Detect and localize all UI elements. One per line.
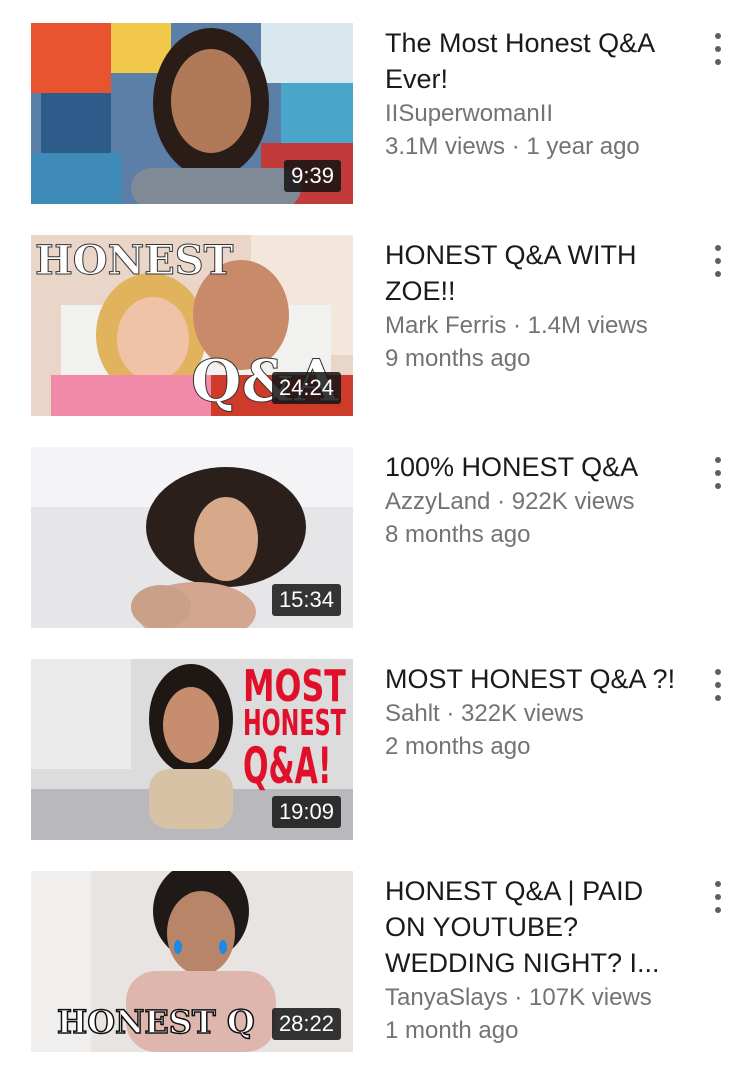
video-title[interactable]: HONEST Q&A | PAID ON YOUTUBE? WEDDING NI… bbox=[385, 873, 685, 981]
thumbnail-title-text: Q&A! bbox=[243, 737, 332, 795]
video-info[interactable]: The Most Honest Q&A Ever! IISuperwomanII… bbox=[385, 25, 685, 163]
duration-badge: 15:34 bbox=[271, 584, 341, 616]
video-title[interactable]: 100% HONEST Q&A bbox=[385, 449, 685, 485]
stats-line: 8 months ago bbox=[385, 521, 531, 548]
video-feed: 9:39 The Most Honest Q&A Ever! IISuperwo… bbox=[0, 0, 750, 1075]
duration-badge: 9:39 bbox=[284, 160, 341, 192]
vertical-ellipsis-icon bbox=[715, 669, 721, 675]
video-thumbnail[interactable]: HONEST Q&A 24:24 bbox=[31, 235, 353, 416]
more-options-button[interactable] bbox=[706, 241, 730, 281]
video-title[interactable]: MOST HONEST Q&A ?! bbox=[385, 661, 685, 697]
channel-line: IISuperwomanII bbox=[385, 100, 554, 127]
channel-line: Mark Ferris · 1.4M views bbox=[385, 312, 648, 339]
channel-line: Sahlt · 322K views bbox=[385, 700, 584, 727]
thumbnail-title-text: HONEST Q bbox=[56, 1002, 255, 1042]
video-title[interactable]: HONEST Q&A WITH ZOE!! bbox=[385, 237, 685, 309]
channel-line: TanyaSlays · 107K views bbox=[385, 984, 652, 1011]
more-options-button[interactable] bbox=[706, 665, 730, 705]
video-info[interactable]: 100% HONEST Q&A AzzyLand · 922K views 8 … bbox=[385, 449, 685, 551]
more-options-button[interactable] bbox=[706, 29, 730, 69]
stats-line: 9 months ago bbox=[385, 345, 531, 372]
video-item[interactable]: MOST HONEST Q&A! 19:09 MOST HONEST Q&A ?… bbox=[0, 659, 750, 841]
video-thumbnail[interactable]: HONEST Q 28:22 bbox=[31, 871, 353, 1052]
video-thumbnail[interactable]: MOST HONEST Q&A! 19:09 bbox=[31, 659, 353, 840]
video-item[interactable]: 9:39 The Most Honest Q&A Ever! IISuperwo… bbox=[0, 23, 750, 205]
stats-line: 1 month ago bbox=[385, 1017, 519, 1044]
video-thumbnail[interactable]: 9:39 bbox=[31, 23, 353, 204]
more-options-button[interactable] bbox=[706, 453, 730, 493]
vertical-ellipsis-icon bbox=[715, 33, 721, 39]
video-info[interactable]: HONEST Q&A WITH ZOE!! Mark Ferris · 1.4M… bbox=[385, 237, 685, 375]
video-item[interactable]: 15:34 100% HONEST Q&A AzzyLand · 922K vi… bbox=[0, 447, 750, 629]
video-info[interactable]: MOST HONEST Q&A ?! Sahlt · 322K views 2 … bbox=[385, 661, 685, 763]
video-item[interactable]: HONEST Q&A 24:24 HONEST Q&A WITH ZOE!! M… bbox=[0, 235, 750, 417]
vertical-ellipsis-icon bbox=[715, 457, 721, 463]
duration-badge: 24:24 bbox=[271, 372, 341, 404]
duration-badge: 19:09 bbox=[271, 796, 341, 828]
video-info[interactable]: HONEST Q&A | PAID ON YOUTUBE? WEDDING NI… bbox=[385, 873, 685, 1047]
more-options-button[interactable] bbox=[706, 877, 730, 917]
vertical-ellipsis-icon bbox=[715, 245, 721, 251]
video-item[interactable]: HONEST Q 28:22 HONEST Q&A | PAID ON YOUT… bbox=[0, 871, 750, 1053]
duration-badge: 28:22 bbox=[271, 1008, 341, 1040]
stats-line: 2 months ago bbox=[385, 733, 531, 760]
video-title[interactable]: The Most Honest Q&A Ever! bbox=[385, 25, 685, 97]
thumbnail-title-text: HONEST bbox=[34, 237, 234, 285]
stats-line: 3.1M views · 1 year ago bbox=[385, 133, 640, 160]
vertical-ellipsis-icon bbox=[715, 881, 721, 887]
channel-line: AzzyLand · 922K views bbox=[385, 488, 635, 515]
video-thumbnail[interactable]: 15:34 bbox=[31, 447, 353, 628]
